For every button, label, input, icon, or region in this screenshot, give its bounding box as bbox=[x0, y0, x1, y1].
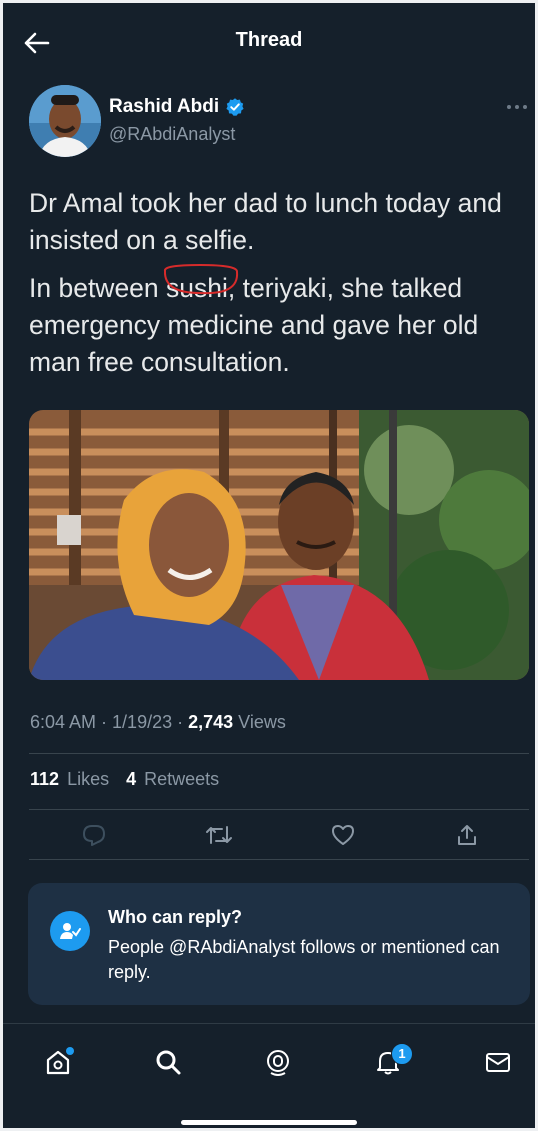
divider bbox=[29, 859, 529, 860]
action-bar bbox=[29, 813, 529, 859]
share-icon bbox=[458, 825, 476, 845]
verified-badge-icon bbox=[226, 98, 244, 116]
divider bbox=[29, 809, 529, 810]
author-name[interactable]: Rashid Abdi bbox=[109, 96, 245, 118]
spaces-icon bbox=[267, 1050, 289, 1076]
top-bar: Thread bbox=[3, 3, 535, 75]
tweet-paragraph-2: In between sushi, teriyaki, she talked e… bbox=[29, 263, 519, 381]
bottom-tab-bar: 1 bbox=[3, 1031, 535, 1097]
tweet-meta: 6:04 AM · 1/19/23 · 2,743 Views bbox=[30, 712, 286, 732]
divider bbox=[29, 753, 529, 754]
home-indicator bbox=[181, 1120, 357, 1125]
tab-messages[interactable] bbox=[473, 1037, 523, 1087]
page-title: Thread bbox=[235, 29, 303, 51]
likes-stat[interactable]: 112 Likes bbox=[30, 769, 109, 789]
search-icon bbox=[156, 1050, 181, 1075]
who-can-reply-card: Who can reply? People @RAbdiAnalyst foll… bbox=[28, 883, 530, 1005]
tweet-body: Dr Amal took her dad to lunch today and … bbox=[29, 185, 519, 392]
red-circle-annotation bbox=[164, 263, 239, 295]
reply-icon bbox=[83, 825, 105, 846]
more-button[interactable] bbox=[503, 97, 531, 117]
retweets-stat[interactable]: 4 Retweets bbox=[126, 769, 219, 789]
share-button[interactable] bbox=[445, 813, 489, 857]
tab-home[interactable] bbox=[33, 1037, 83, 1087]
avatar[interactable] bbox=[29, 85, 101, 157]
tweet-photo[interactable] bbox=[29, 410, 529, 680]
circled-word: sushi bbox=[164, 263, 239, 307]
who-can-reply-description: People @RAbdiAnalyst follows or mentione… bbox=[108, 937, 500, 982]
tabbar-divider bbox=[3, 1023, 535, 1024]
more-icon bbox=[507, 105, 527, 109]
app-screen: Thread Rashid Abdi @RAbdiAnalyst Dr Amal… bbox=[3, 3, 535, 1128]
like-icon bbox=[332, 825, 354, 845]
tab-notifications[interactable]: 1 bbox=[363, 1037, 413, 1087]
who-can-reply-title: Who can reply? bbox=[108, 907, 243, 927]
retweet-button[interactable] bbox=[197, 813, 241, 857]
home-unread-dot bbox=[66, 1047, 74, 1055]
like-button[interactable] bbox=[321, 813, 365, 857]
tab-search[interactable] bbox=[143, 1037, 193, 1087]
engagement-stats: 112 Likes 4 Retweets bbox=[30, 769, 231, 790]
reply-button[interactable] bbox=[72, 813, 116, 857]
who-can-reply-icon bbox=[50, 911, 90, 951]
tweet-paragraph-1: Dr Amal took her dad to lunch today and … bbox=[29, 188, 502, 255]
notifications-badge: 1 bbox=[391, 1043, 413, 1065]
views-count: 2,743 bbox=[188, 712, 234, 732]
tab-spaces[interactable] bbox=[253, 1037, 303, 1087]
messages-icon bbox=[486, 1053, 510, 1072]
author-handle[interactable]: @RAbdiAnalyst bbox=[109, 124, 235, 145]
retweet-icon bbox=[206, 826, 232, 844]
